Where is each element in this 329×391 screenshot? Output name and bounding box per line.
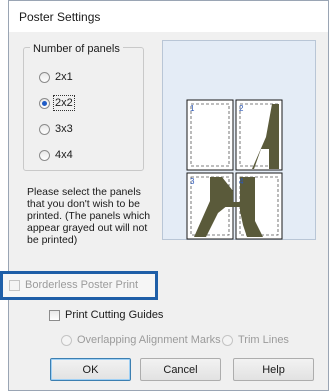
dialog-title: Poster Settings xyxy=(19,10,101,24)
radio-3x3-button[interactable] xyxy=(39,123,50,135)
panel-number-3: 3 xyxy=(190,177,195,186)
radio-2x1-button[interactable] xyxy=(39,71,50,83)
borderless-poster-print-option[interactable]: Borderless Poster Print xyxy=(9,279,138,291)
print-cutting-guides-option[interactable]: Print Cutting Guides xyxy=(49,309,163,321)
title-bar: Poster Settings xyxy=(9,1,328,32)
ok-button[interactable]: OK xyxy=(50,358,131,381)
panel-number-2: 2 xyxy=(239,104,244,113)
poster-settings-dialog: Poster Settings Number of panels 2x1 2x2… xyxy=(8,0,329,391)
trim-lines-radio[interactable] xyxy=(222,334,233,346)
overlapping-marks-label: Overlapping Alignment Marks xyxy=(77,334,221,346)
panel-number-4: 4 xyxy=(239,177,244,186)
cutting-guides-label: Print Cutting Guides xyxy=(65,309,164,321)
help-button[interactable]: Help xyxy=(233,358,314,381)
radio-4x4[interactable]: 4x4 xyxy=(39,149,73,161)
radio-2x1-label: 2x1 xyxy=(55,71,73,83)
trim-lines-option[interactable]: Trim Lines xyxy=(222,334,289,346)
radio-2x2-button[interactable] xyxy=(39,97,50,109)
radio-3x3-label: 3x3 xyxy=(55,123,73,135)
radio-2x2[interactable]: 2x2 xyxy=(39,95,75,111)
borderless-checkbox[interactable] xyxy=(9,279,20,291)
preview-canvas: 1 2 3 4 xyxy=(186,99,283,240)
radio-2x2-label: 2x2 xyxy=(53,95,75,111)
instruction-text: Please select the panels that you don't … xyxy=(27,186,151,246)
number-of-panels-label: Number of panels xyxy=(30,43,123,55)
radio-2x1[interactable]: 2x1 xyxy=(39,71,73,83)
radio-4x4-button[interactable] xyxy=(39,149,50,161)
radio-3x3[interactable]: 3x3 xyxy=(39,123,73,135)
radio-4x4-label: 4x4 xyxy=(55,149,73,161)
borderless-highlight-box: Borderless Poster Print xyxy=(0,271,158,300)
borderless-label: Borderless Poster Print xyxy=(25,279,139,291)
cancel-button[interactable]: Cancel xyxy=(140,358,221,381)
poster-preview: 1 2 3 4 xyxy=(162,40,316,240)
cutting-guides-checkbox[interactable] xyxy=(49,309,60,321)
panel-number-1: 1 xyxy=(190,104,195,113)
overlapping-marks-radio[interactable] xyxy=(61,334,72,346)
overlapping-marks-option[interactable]: Overlapping Alignment Marks xyxy=(61,334,221,346)
trim-lines-label: Trim Lines xyxy=(238,334,289,346)
